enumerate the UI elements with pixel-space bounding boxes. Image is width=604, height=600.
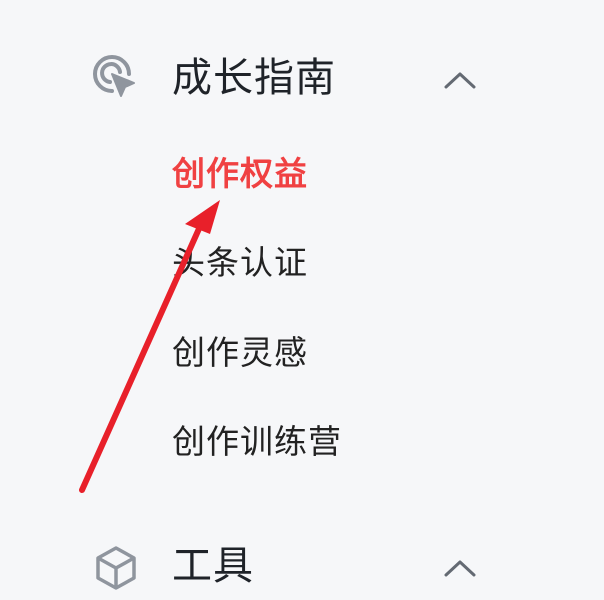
nav-item-creator-benefits[interactable]: 创作权益 xyxy=(172,154,308,194)
nav-item-toutiao-verification[interactable]: 头条认证 xyxy=(172,243,308,283)
cursor-click-icon xyxy=(93,55,135,97)
section-header-growth-guide[interactable]: 成长指南 xyxy=(0,42,604,114)
chevron-up-icon[interactable] xyxy=(440,68,480,92)
section-title: 成长指南 xyxy=(172,55,336,101)
nav-item-creative-inspiration[interactable]: 创作灵感 xyxy=(172,333,308,373)
nav-item-creator-bootcamp[interactable]: 创作训练营 xyxy=(172,422,342,462)
cube-icon xyxy=(96,546,136,590)
chevron-up-icon[interactable] xyxy=(440,556,480,580)
section-title: 工具 xyxy=(172,543,254,589)
section-header-tools[interactable]: 工具 xyxy=(0,528,604,600)
